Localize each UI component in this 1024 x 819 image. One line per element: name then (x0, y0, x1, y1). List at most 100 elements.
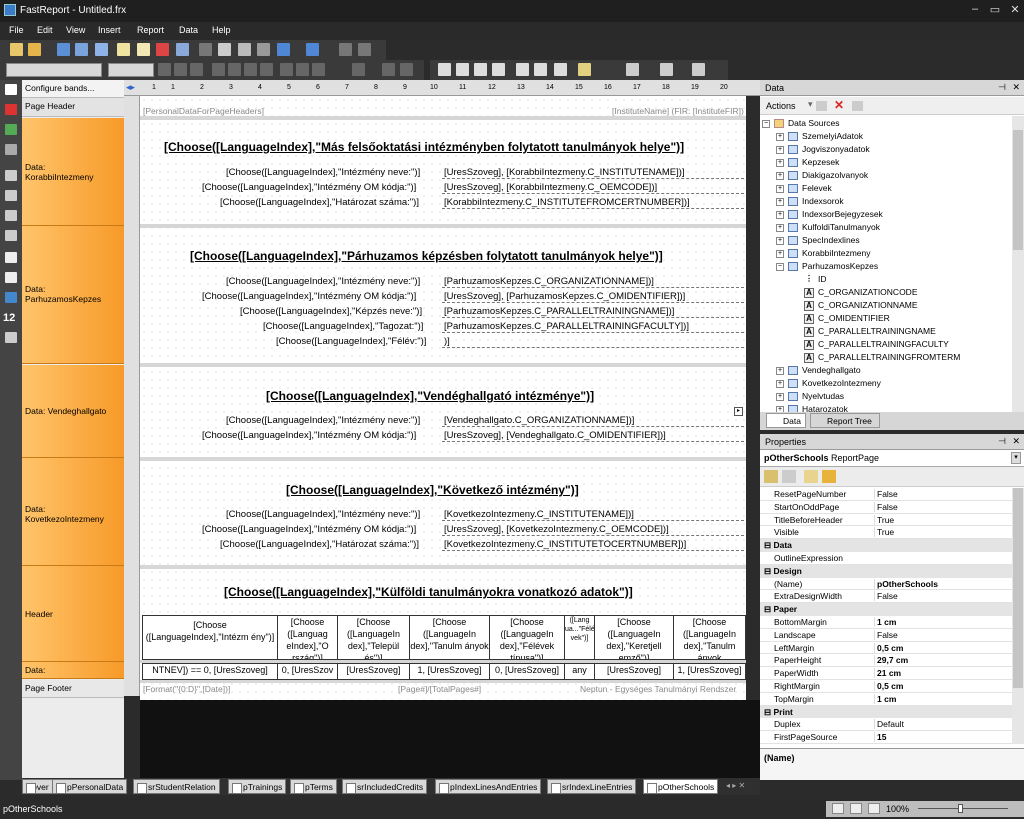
parhuzamos-om-label[interactable]: [Choose([LanguageIndex],"Intézmény OM kó… (202, 291, 416, 302)
header-cell-keretjellemzo[interactable]: [Choose ([LanguageIn dex],"Keretjell emz… (594, 615, 674, 660)
italic-icon[interactable] (174, 63, 187, 76)
tree-field-paralleltrainingfromterm[interactable]: A C_PARALLELTRAININGFROMTERM (804, 352, 960, 363)
minimize-icon[interactable]: – (966, 3, 984, 17)
matrix-object-icon[interactable] (5, 210, 17, 221)
zoom-slider[interactable] (918, 808, 1008, 809)
tree-diakigazolvanyok[interactable]: + Diakigazolvanyok (776, 170, 868, 181)
highlight-icon[interactable] (382, 63, 395, 76)
text-object-icon[interactable] (5, 104, 17, 115)
frame-top-icon[interactable] (438, 63, 451, 76)
tree-field-id[interactable]: ⋮ ID (804, 274, 827, 285)
property-value[interactable]: 29,7 cm (874, 655, 908, 666)
tree-field-omidentifier[interactable]: A C_OMIDENTIFIER (804, 313, 890, 324)
tree-scrollbar[interactable] (1012, 116, 1024, 412)
property-row[interactable]: TopMargin 1 cm (760, 693, 1012, 706)
tab-pterms[interactable]: pTerms (290, 779, 337, 794)
data-cell-2[interactable]: 0, [UresSzov (277, 663, 338, 680)
property-row[interactable]: StartOnOddPage False (760, 501, 1012, 514)
band-data-korabbi[interactable]: Data: KorabbiIntezmeny (22, 118, 124, 226)
line-width-icon[interactable] (660, 63, 673, 76)
property-category[interactable]: ⊟ Print (760, 705, 1012, 719)
menu-report[interactable]: Report (137, 25, 164, 35)
property-category[interactable]: ⊟ Data (760, 539, 1012, 552)
fit-page-icon[interactable] (832, 803, 844, 814)
header-cell-telepules[interactable]: [Choose ([LanguageIn dex],"Települ és")] (337, 615, 410, 660)
number-format-icon[interactable]: 12 (3, 312, 15, 324)
preview-icon[interactable] (95, 43, 108, 56)
object-dropdown-icon[interactable]: ▾ (1011, 452, 1021, 464)
property-value[interactable]: 0,5 cm (874, 642, 903, 653)
rotate-icon[interactable] (400, 63, 413, 76)
band-object-icon[interactable] (5, 144, 17, 155)
property-row[interactable]: RightMargin 0,5 cm (760, 680, 1012, 693)
property-row[interactable]: TitleBeforeHeader True (760, 514, 1012, 527)
property-value[interactable]: False (874, 629, 898, 640)
property-row[interactable]: Duplex Default (760, 718, 1012, 732)
page-header-right-text[interactable]: [InstituteName] (FIR: [InstituteFIR]) (612, 106, 744, 116)
property-row[interactable]: Visible True (760, 526, 1012, 540)
korabbi-om-value[interactable]: [UresSzoveg], [KorabbiIntezmeny.C_OEMCOD… (442, 182, 744, 194)
configure-bands-button[interactable]: Configure bands... (22, 80, 124, 98)
data-cell-6[interactable]: any (564, 663, 595, 680)
property-value[interactable]: Default (874, 719, 904, 730)
tree-kulfolditanulmanyok[interactable]: + KulfoldiTanulmanyok (776, 222, 880, 233)
line-color-icon[interactable] (626, 63, 639, 76)
save-icon[interactable] (57, 43, 70, 56)
property-value[interactable]: pOtherSchools (874, 578, 938, 589)
fill-color-icon[interactable] (578, 63, 591, 76)
tree-data-sources[interactable]: − Data Sources (762, 118, 840, 129)
format-painter-icon[interactable] (257, 43, 270, 56)
property-value[interactable]: True (874, 527, 894, 538)
frame-bottom-icon[interactable] (456, 63, 469, 76)
expand-arrow-icon[interactable]: ▸ (734, 407, 743, 416)
property-row[interactable]: ResetPageNumber False (760, 488, 1012, 501)
vendeg-title[interactable]: [Choose([LanguageIndex],"Vendéghallgató … (266, 389, 594, 403)
data-cell-3[interactable]: [UresSzoveg] (337, 663, 410, 680)
categorized-icon[interactable] (764, 470, 778, 483)
redo-icon[interactable] (306, 43, 319, 56)
barcode-icon[interactable] (5, 230, 17, 241)
font-name-combo[interactable] (6, 63, 102, 77)
property-row[interactable]: (Name) pOtherSchools (760, 578, 1012, 591)
data-cell-1[interactable]: NTNEV]) == 0, [UresSzoveg] (142, 663, 278, 680)
property-value[interactable]: 1 cm (874, 693, 896, 704)
property-value[interactable]: False (874, 501, 898, 512)
parhuzamos-tagozat-label[interactable]: [Choose([LanguageIndex],"Tagozat:")] (263, 321, 423, 332)
tree-indexsorbejegyzesek[interactable]: + IndexsorBejegyzesek (776, 209, 883, 220)
ungroup-icon[interactable] (358, 43, 371, 56)
kovetkezo-name-label[interactable]: [Choose([LanguageIndex],"Intézmény neve:… (226, 509, 420, 520)
underline-icon[interactable] (190, 63, 203, 76)
property-row[interactable]: BottomMargin 1 cm (760, 616, 1012, 629)
shape-object-icon[interactable] (5, 332, 17, 343)
tree-vendeghallgato[interactable]: + Vendeghallgato (776, 365, 861, 376)
data-cell-4[interactable]: 1, [UresSzoveg] (409, 663, 490, 680)
tab-data[interactable]: Data (766, 413, 806, 428)
korabbi-om-label[interactable]: [Choose([LanguageIndex],"Intézmény OM kó… (202, 182, 416, 193)
vendeg-name-label[interactable]: [Choose([LanguageIndex],"Intézmény neve:… (226, 415, 420, 426)
tree-field-organizationcode[interactable]: A C_ORGANIZATIONCODE (804, 287, 918, 298)
footer-date[interactable]: [Format("{0:D}",[Date])] (143, 684, 230, 694)
tree-szemelyiadatok[interactable]: + SzemelyiAdatok (776, 131, 863, 142)
korabbi-cert-label[interactable]: [Choose([LanguageIndex],"Határozat száma… (220, 197, 419, 208)
property-category[interactable]: ⊟ Paper (760, 603, 1012, 616)
korabbi-name-label[interactable]: [Choose([LanguageIndex],"Intézmény neve:… (226, 167, 420, 178)
property-value[interactable]: 1 cm (874, 617, 896, 627)
actions-menu[interactable]: Actions (766, 101, 796, 111)
vendeg-name-value[interactable]: [Vendeghallgato.C_ORGANIZATIONNAME])] (442, 415, 744, 427)
property-row[interactable]: Landscape False (760, 629, 1012, 642)
property-value[interactable]: False (874, 489, 898, 499)
frame-all-icon[interactable] (516, 63, 529, 76)
report-page[interactable]: [PersonalDataForPageHeaders] [InstituteN… (140, 96, 746, 700)
parhuzamos-felev-value[interactable]: )] (442, 336, 744, 348)
tab-srstudentrelation[interactable]: srStudentRelation (133, 779, 220, 794)
tree-nyelvtudas[interactable]: + Nyelvtudas (776, 391, 844, 402)
page-setup-icon[interactable] (176, 43, 189, 56)
parhuzamos-name-label[interactable]: [Choose([LanguageIndex],"Intézmény neve:… (226, 276, 420, 287)
copy-icon[interactable] (218, 43, 231, 56)
cut-icon[interactable] (199, 43, 212, 56)
actual-size-icon[interactable] (868, 803, 880, 814)
kovetkezo-title[interactable]: [Choose([LanguageIndex],"Következő intéz… (286, 483, 579, 497)
valign-top-icon[interactable] (280, 63, 293, 76)
kulfoldi-title[interactable]: [Choose([LanguageIndex],"Külföldi tanulm… (224, 585, 633, 599)
valign-bottom-icon[interactable] (312, 63, 325, 76)
